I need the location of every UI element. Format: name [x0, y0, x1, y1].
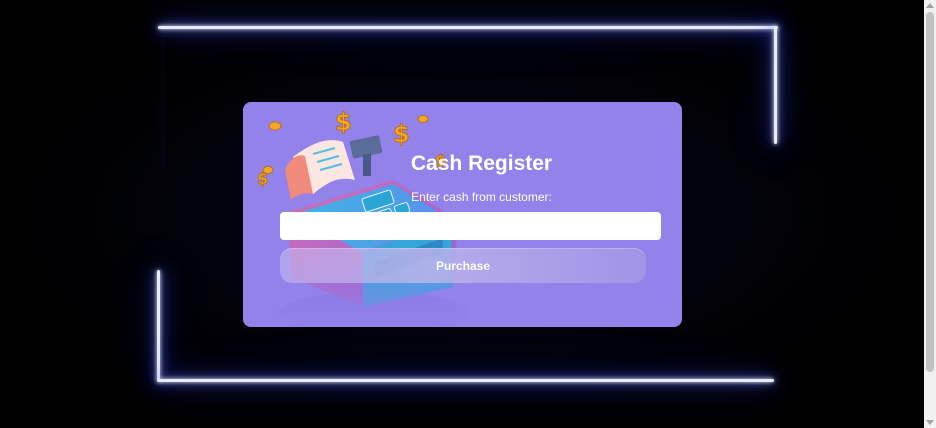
neon-frame-left	[157, 270, 160, 382]
page-title: Cash Register	[410, 152, 553, 175]
page-background: $ $ $ $ Cash Register Enter cash from cu…	[0, 0, 924, 428]
cash-input-label: Enter cash from customer:	[411, 190, 552, 204]
purchase-button[interactable]: Purchase	[280, 248, 646, 283]
scrollbar-thumb[interactable]	[926, 12, 934, 372]
neon-frame-right	[774, 26, 777, 144]
scroll-down-arrow-icon[interactable]	[926, 420, 934, 425]
neon-frame-bottom	[158, 379, 774, 382]
frame-glow-left	[162, 30, 163, 170]
neon-frame-top	[158, 26, 778, 29]
scroll-up-arrow-icon[interactable]	[926, 3, 934, 8]
cash-input[interactable]	[280, 212, 661, 240]
vertical-scrollbar[interactable]	[924, 0, 936, 428]
cash-register-card: $ $ $ $ Cash Register Enter cash from cu…	[243, 102, 682, 327]
